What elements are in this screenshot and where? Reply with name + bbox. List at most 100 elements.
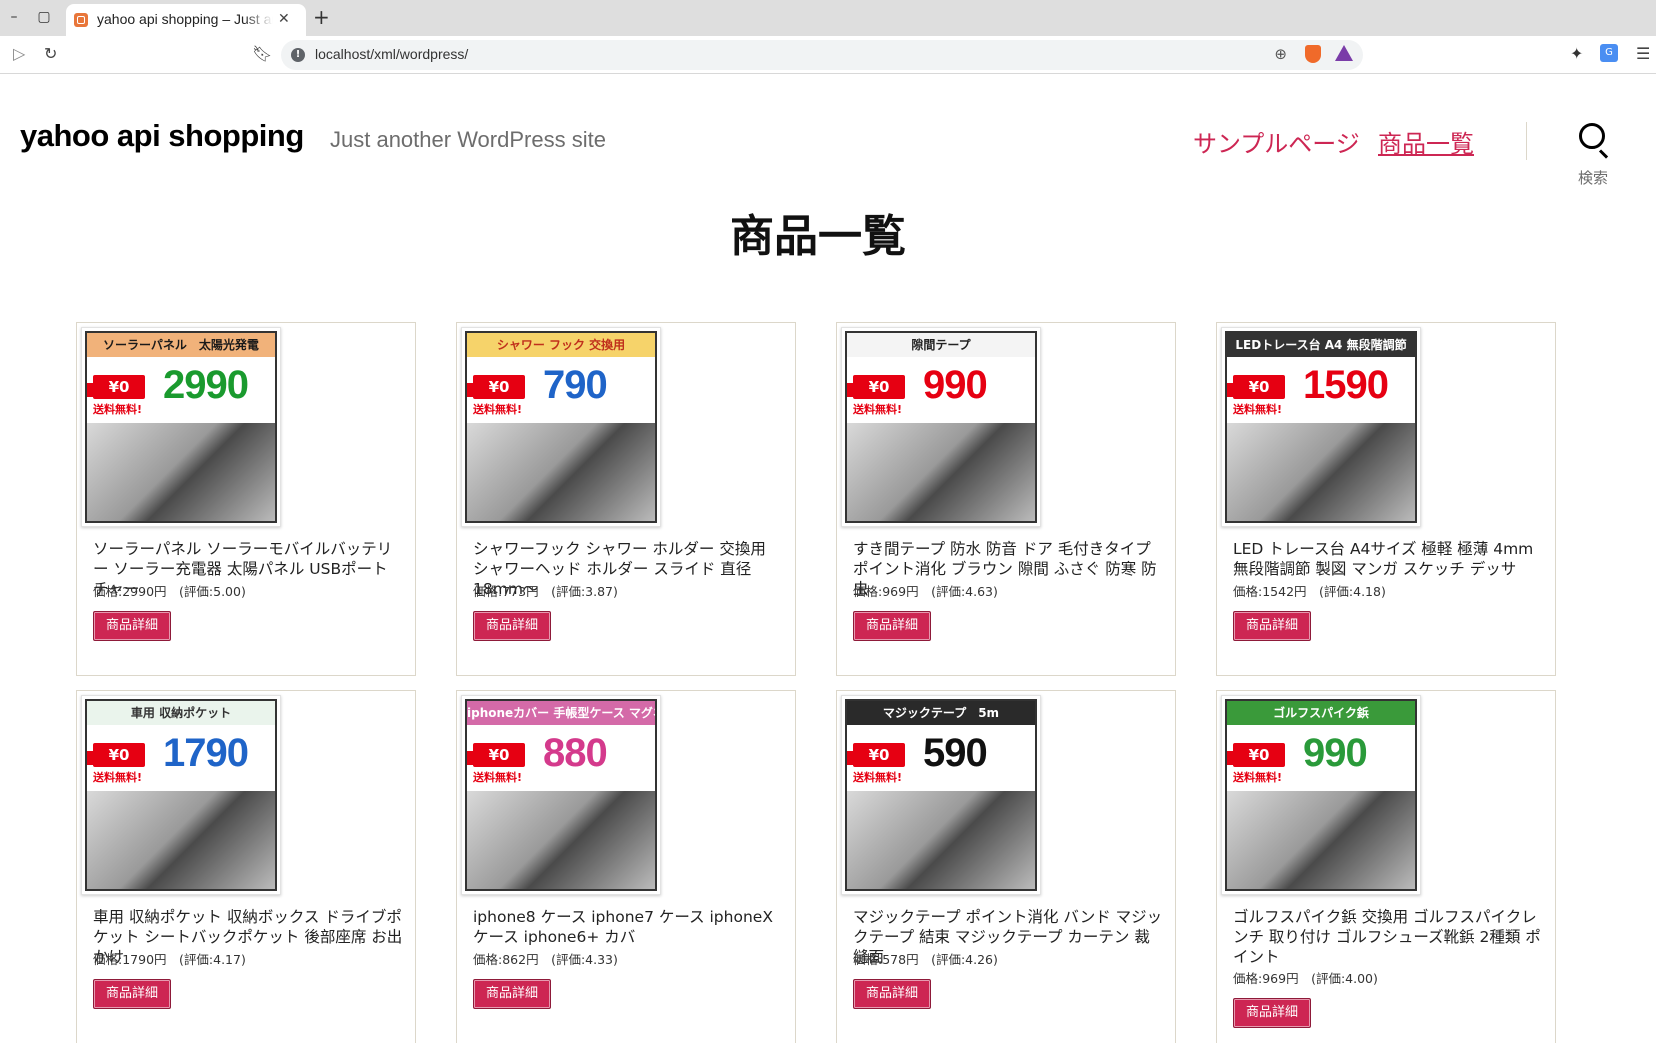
product-image-price: 990 [1303, 731, 1368, 775]
product-image[interactable]: LEDトレース台 A4 無段階調節 ¥0 送料無料! 1590 [1221, 327, 1421, 527]
nav-products[interactable]: 商品一覧 [1378, 124, 1474, 159]
product-image-frame: 車用 収納ポケット ¥0 送料無料! 1790 [85, 699, 277, 891]
product-photo [87, 791, 275, 889]
address-bar[interactable]: ! localhost/xml/wordpress/ ⊕ [281, 40, 1363, 70]
free-shipping-text: 送料無料! [1233, 771, 1283, 784]
truck-icon: ¥0 [1227, 375, 1285, 399]
free-shipping-badge: ¥0 送料無料! [467, 739, 535, 785]
close-tab-icon[interactable]: ✕ [278, 11, 290, 27]
free-shipping-text: 送料無料! [473, 771, 523, 784]
truck-icon: ¥0 [1227, 743, 1285, 767]
product-image[interactable]: 隙間テープ ¥0 送料無料! 990 [841, 327, 1041, 527]
product-image-banner: 車用 収納ポケット [87, 701, 275, 725]
product-image-price: 880 [543, 731, 608, 775]
product-detail-button[interactable]: 商品詳細 [93, 611, 171, 641]
product-price-rating: 価格:578円 (評価:4.26) [853, 952, 998, 967]
search-icon [1579, 123, 1605, 149]
product-photo [1227, 423, 1415, 521]
truck-icon: ¥0 [467, 375, 525, 399]
free-shipping-badge: ¥0 送料無料! [1227, 739, 1295, 785]
free-shipping-badge: ¥0 送料無料! [467, 371, 535, 417]
translate-extension-icon[interactable]: G [1600, 44, 1618, 62]
product-price-rating: 価格:969円 (評価:4.00) [1233, 971, 1378, 986]
product-detail-button[interactable]: 商品詳細 [1233, 998, 1311, 1028]
product-image[interactable]: マジックテープ 5m ¥0 送料無料! 590 [841, 695, 1041, 895]
browser-tab[interactable]: yahoo api shopping – Just another WordPr… [66, 4, 306, 36]
product-card: iphoneカバー 手帳型ケース マグネット式 ¥0 送料無料! 880 iphone8… [456, 690, 796, 1043]
free-shipping-text: 送料無料! [853, 771, 903, 784]
product-detail-button[interactable]: 商品詳細 [853, 611, 931, 641]
product-photo [87, 423, 275, 521]
product-price-rating: 価格:862円 (評価:4.33) [473, 952, 618, 967]
product-image-frame: LEDトレース台 A4 無段階調節 ¥0 送料無料! 1590 [1225, 331, 1417, 523]
search-toggle-button[interactable]: 検索 [1570, 123, 1620, 187]
truck-icon: ¥0 [87, 375, 145, 399]
product-image[interactable]: iphoneカバー 手帳型ケース マグネット式 ¥0 送料無料! 880 [461, 695, 661, 895]
truck-icon: ¥0 [87, 743, 145, 767]
product-image-banner: 隙間テープ [847, 333, 1035, 357]
product-image-banner: シャワー フック 交換用 [467, 333, 655, 357]
maximize-window-button[interactable]: ▢ [33, 6, 55, 28]
product-photo [467, 423, 655, 521]
product-photo [847, 791, 1035, 889]
product-image-frame: シャワー フック 交換用 ¥0 送料無料! 790 [465, 331, 657, 523]
browser-menu-icon[interactable]: ☰ [1636, 44, 1650, 63]
nav-sample-page[interactable]: サンプルページ [1193, 124, 1360, 159]
reload-icon[interactable]: ↻ [44, 45, 57, 63]
product-image-banner: ソーラーパネル 太陽光発電 [87, 333, 275, 357]
product-detail-button[interactable]: 商品詳細 [473, 979, 551, 1009]
product-image[interactable]: シャワー フック 交換用 ¥0 送料無料! 790 [461, 327, 661, 527]
product-price-rating: 価格:773円 (評価:3.87) [473, 584, 618, 599]
site-title[interactable]: yahoo api shopping [20, 118, 304, 154]
product-photo [847, 423, 1035, 521]
site-favicon-icon [74, 13, 88, 27]
product-card: ソーラーパネル 太陽光発電 ¥0 送料無料! 2990 ソーラーパネル ソーラーモバイル… [76, 322, 416, 676]
zoom-icon[interactable]: ⊕ [1274, 45, 1287, 63]
free-shipping-badge: ¥0 送料無料! [87, 739, 155, 785]
product-detail-button[interactable]: 商品詳細 [853, 979, 931, 1009]
product-image-price: 790 [543, 363, 608, 407]
product-card: LEDトレース台 A4 無段階調節 ¥0 送料無料! 1590 LED トレース台 A4… [1216, 322, 1556, 676]
bookmark-icon[interactable]: 🔖︎ [252, 45, 272, 63]
product-detail-button[interactable]: 商品詳細 [93, 979, 171, 1009]
product-price-rating: 価格:969円 (評価:4.63) [853, 584, 998, 599]
back-icon[interactable]: ▷ [13, 45, 25, 63]
product-image-banner: マジックテープ 5m [847, 701, 1035, 725]
product-image-price: 1790 [163, 731, 249, 775]
product-image-frame: iphoneカバー 手帳型ケース マグネット式 ¥0 送料無料! 880 [465, 699, 657, 891]
product-card: ゴルフスパイク鋲 ¥0 送料無料! 990 ゴルフスパイク鋲 交換用 ゴルフスパイクレン… [1216, 690, 1556, 1043]
product-image-price: 1590 [1303, 363, 1389, 407]
page-title: 商品一覧 [730, 211, 906, 262]
product-image[interactable]: ソーラーパネル 太陽光発電 ¥0 送料無料! 2990 [81, 327, 281, 527]
product-image[interactable]: 車用 収納ポケット ¥0 送料無料! 1790 [81, 695, 281, 895]
product-image-price: 2990 [163, 363, 249, 407]
new-tab-button[interactable]: + [313, 6, 330, 28]
header-divider [1526, 122, 1527, 160]
product-image-frame: ゴルフスパイク鋲 ¥0 送料無料! 990 [1225, 699, 1417, 891]
tab-title: yahoo api shopping – Just another WordPr… [97, 11, 273, 27]
product-image[interactable]: ゴルフスパイク鋲 ¥0 送料無料! 990 [1221, 695, 1421, 895]
product-photo [1227, 791, 1415, 889]
free-shipping-text: 送料無料! [853, 403, 903, 416]
product-image-price: 590 [923, 731, 988, 775]
product-name: ゴルフスパイク鋲 交換用 ゴルフスパイクレンチ 取り付け ゴルフシューズ靴鋲 2… [1233, 908, 1541, 966]
product-photo [467, 791, 655, 889]
browser-toolbar: ▷ ↻ 🔖︎ ! localhost/xml/wordpress/ ⊕ ✦ G … [0, 36, 1656, 74]
browser-tab-bar: – ▢ yahoo api shopping – Just another Wo… [0, 0, 1656, 36]
product-price-rating: 価格:1790円 (評価:4.17) [93, 952, 246, 967]
free-shipping-badge: ¥0 送料無料! [847, 739, 915, 785]
extension-puzzle-icon[interactable]: ✦ [1570, 44, 1583, 63]
minimize-window-button[interactable]: – [3, 6, 25, 28]
product-detail-button[interactable]: 商品詳細 [1233, 611, 1311, 641]
truck-icon: ¥0 [467, 743, 525, 767]
free-shipping-badge: ¥0 送料無料! [847, 371, 915, 417]
brave-shield-icon[interactable] [1305, 45, 1321, 63]
product-card: マジックテープ 5m ¥0 送料無料! 590 マジックテープ ポイント消化 バンド マ… [836, 690, 1176, 1043]
product-detail-button[interactable]: 商品詳細 [473, 611, 551, 641]
site-info-icon[interactable]: ! [291, 48, 305, 62]
product-image-banner: iphoneカバー 手帳型ケース マグネット式 [467, 701, 655, 725]
url-text[interactable]: localhost/xml/wordpress/ [315, 46, 468, 62]
free-shipping-badge: ¥0 送料無料! [1227, 371, 1295, 417]
product-name: LED トレース台 A4サイズ 極軽 極薄 4mm 無段階調節 製図 マンガ ス… [1233, 540, 1534, 578]
brave-rewards-icon[interactable] [1335, 45, 1353, 61]
